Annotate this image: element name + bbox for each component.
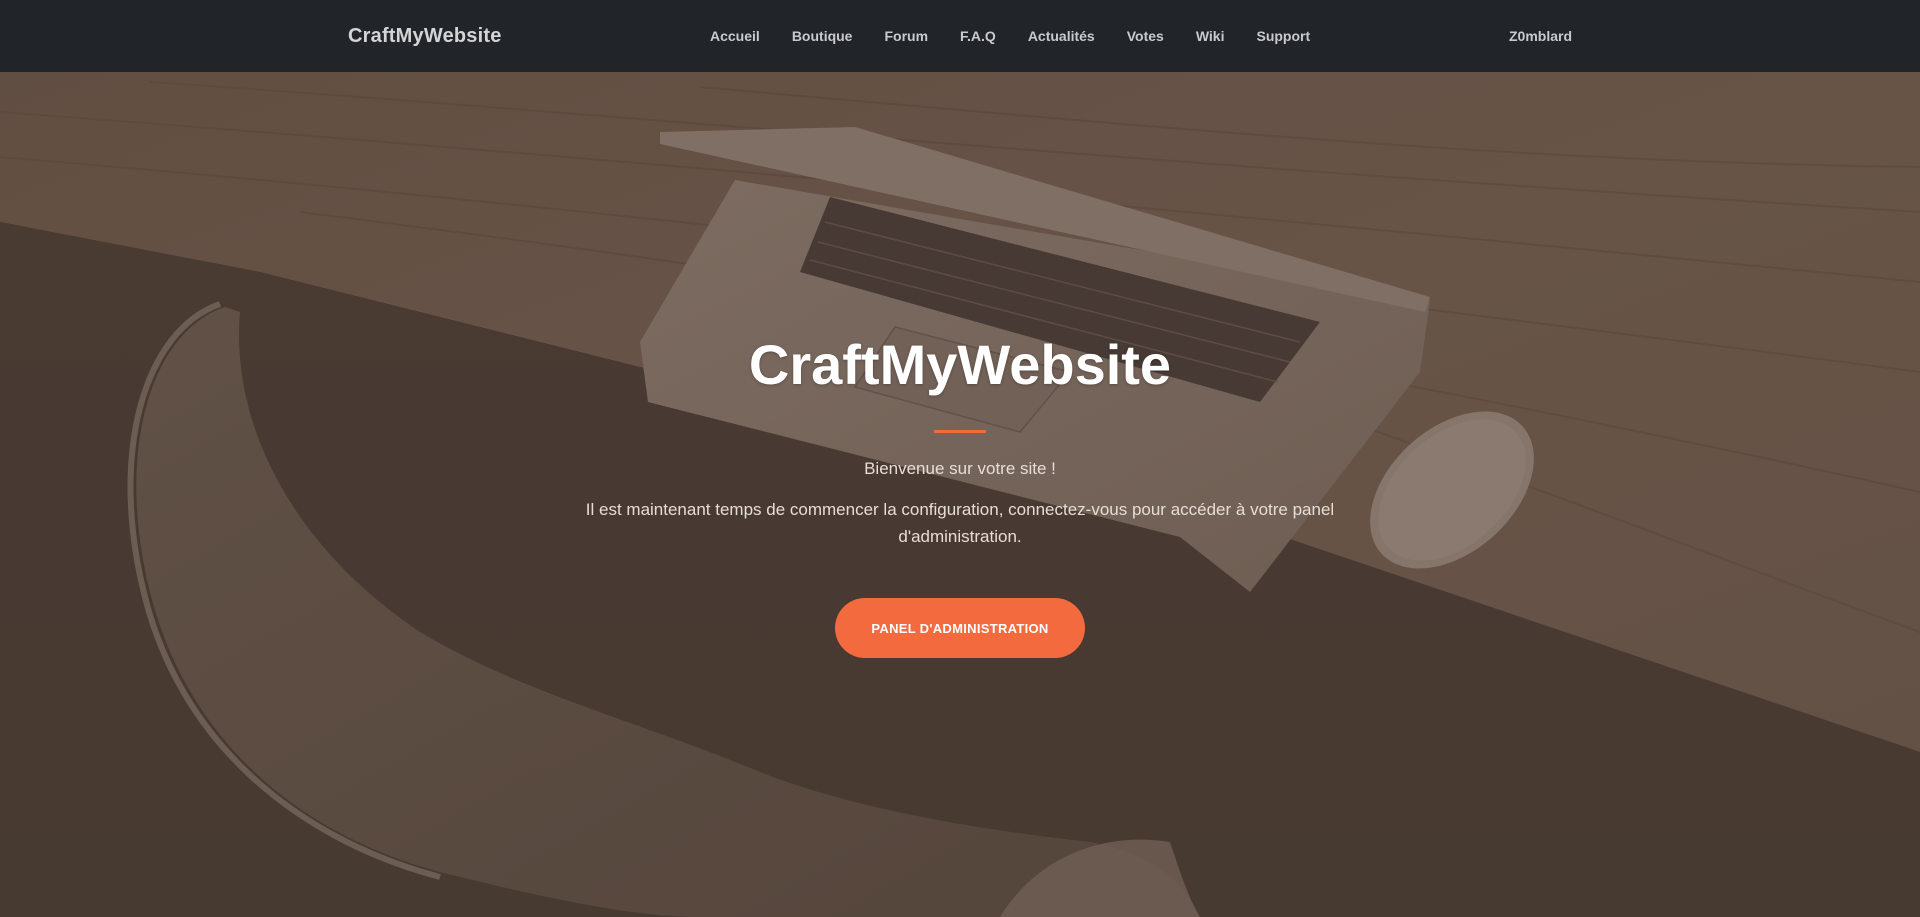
hero-description: Il est maintenant temps de commencer la …: [585, 500, 1335, 546]
brand-logo-link[interactable]: CraftMyWebsite: [348, 0, 502, 72]
nav-link-support[interactable]: Support: [1240, 0, 1326, 72]
hero-welcome-text: Bienvenue sur votre site !: [864, 459, 1056, 478]
admin-panel-button[interactable]: PANEL D'ADMINISTRATION: [835, 598, 1085, 658]
nav-link-wiki[interactable]: Wiki: [1180, 0, 1241, 72]
nav-item-wiki: Wiki: [1180, 0, 1241, 72]
nav-item-faq: F.A.Q: [944, 0, 1012, 72]
hero-divider: [934, 430, 986, 433]
nav-link-faq[interactable]: F.A.Q: [944, 0, 1012, 72]
top-navbar: CraftMyWebsite Accueil Boutique Forum F.…: [0, 0, 1920, 72]
hero-title: CraftMyWebsite: [748, 333, 1172, 396]
user-account-link[interactable]: Z0mblard: [1509, 0, 1572, 72]
hero-background-image: [0, 72, 1920, 917]
nav-link-boutique[interactable]: Boutique: [776, 0, 869, 72]
nav-link-forum[interactable]: Forum: [868, 0, 944, 72]
nav-link-accueil[interactable]: Accueil: [694, 0, 776, 72]
nav-link-actualites[interactable]: Actualités: [1012, 0, 1111, 72]
nav-item-actualites: Actualités: [1012, 0, 1111, 72]
nav-item-forum: Forum: [868, 0, 944, 72]
hero-section: CraftMyWebsite Bienvenue sur votre site …: [0, 72, 1920, 917]
nav-item-accueil: Accueil: [694, 0, 776, 72]
nav-link-votes[interactable]: Votes: [1111, 0, 1180, 72]
nav-menu: Accueil Boutique Forum F.A.Q Actualités …: [694, 0, 1326, 72]
nav-item-support: Support: [1240, 0, 1326, 72]
nav-item-boutique: Boutique: [776, 0, 869, 72]
nav-item-votes: Votes: [1111, 0, 1180, 72]
